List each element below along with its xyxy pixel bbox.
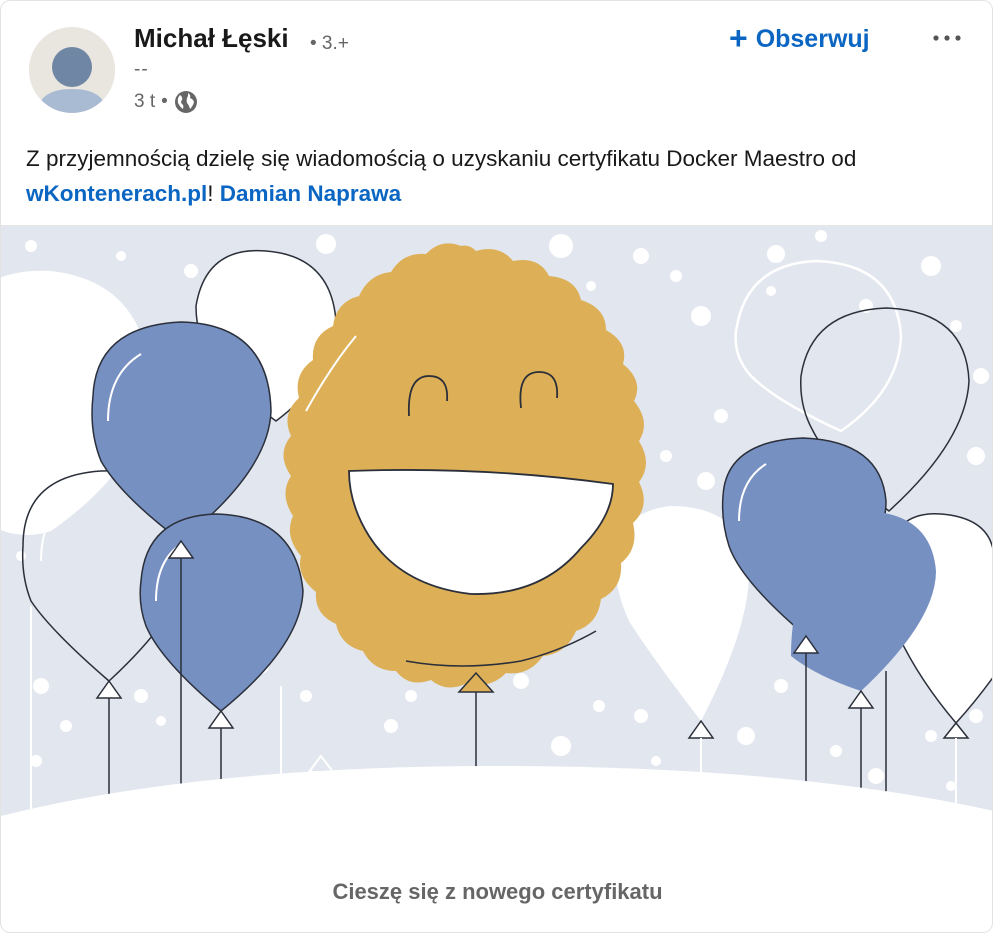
person-mention-link[interactable]: Damian Naprawa xyxy=(220,181,401,206)
avatar[interactable] xyxy=(29,27,115,113)
post-image[interactable] xyxy=(1,225,992,827)
author-headline: -- xyxy=(134,59,149,80)
post-meta: 3 t • xyxy=(134,89,198,115)
ellipsis-icon xyxy=(933,35,961,41)
post-text-mid: ! xyxy=(207,181,220,206)
default-avatar-icon xyxy=(29,27,115,113)
post-text: Z przyjemnością dzielę się wiadomością o… xyxy=(26,141,976,211)
post-text-before: Z przyjemnością dzielę się wiadomością o… xyxy=(26,146,857,171)
image-caption: Cieszę się z nowego certyfikatu xyxy=(332,879,663,904)
post-card: Michał Łęski • 3.+ -- 3 t • + Obserwuj Z… xyxy=(0,0,993,933)
post-time[interactable]: 3 t xyxy=(134,91,155,113)
smiling-badge-with-balloons-illustration xyxy=(1,226,992,827)
plus-icon: + xyxy=(729,19,748,56)
globe-icon xyxy=(174,90,198,114)
company-link[interactable]: wKontenerach.pl xyxy=(26,181,207,206)
follow-label: Obserwuj xyxy=(755,24,870,53)
author-name[interactable]: Michał Łęski xyxy=(134,23,289,54)
more-options-button[interactable] xyxy=(925,23,969,53)
meta-separator: • xyxy=(161,91,168,112)
follow-button[interactable]: + Obserwuj xyxy=(729,19,870,59)
connection-degree: • 3.+ xyxy=(310,33,349,54)
